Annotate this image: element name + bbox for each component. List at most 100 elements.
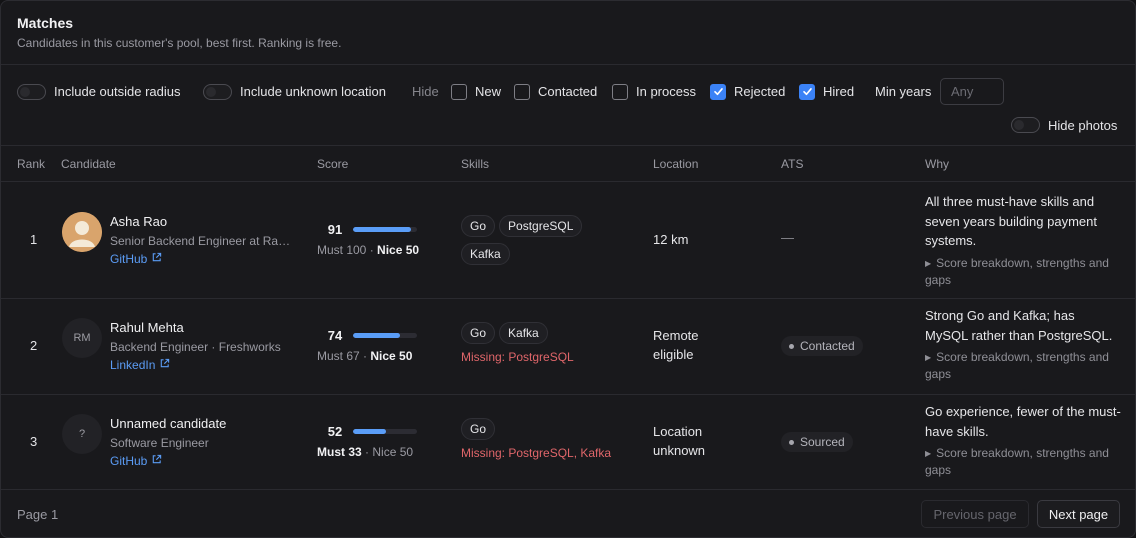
ats-status-empty: — [781,230,794,245]
rank-number: 3 [30,434,38,449]
expander-label[interactable]: Score breakdown, strengths and gaps [925,256,1109,287]
header: Matches Candidates in this customer's po… [17,15,341,50]
profile-link[interactable]: LinkedIn [110,358,294,372]
table-row[interactable]: 3? Unnamed candidate Software Engineer GitH… [1,394,1135,490]
column-header-candidate: Candidate [61,157,116,171]
candidate-title: Software Engineer [110,436,209,450]
hide-filter-in-process[interactable]: In process [612,78,696,105]
hide-filter-rejected[interactable]: Rejected [710,78,785,105]
candidate-title: Senior Backend Engineer at Razorpay [110,234,294,248]
column-header-ats: ATS [781,157,804,171]
score-cell: 91 Must 100 · Nice 50 [317,222,420,257]
toggle-label: Hide photos [1048,117,1118,133]
checkbox-checked[interactable] [799,83,815,100]
checkbox[interactable] [612,83,628,100]
external-link-icon [159,358,170,372]
toggle-switch[interactable] [1011,117,1040,133]
score-breakdown-expander[interactable]: ▶ Score breakdown, strengths and gaps [925,445,1135,478]
profile-link-label[interactable]: LinkedIn [110,358,155,372]
must-score: Must 33 [317,445,362,459]
ats-status-label: Contacted [800,339,855,353]
include-unknown-location-toggle[interactable]: Include unknown location [203,78,386,105]
score-breakdown-expander[interactable]: ▶ Score breakdown, strengths and gaps [925,255,1135,288]
table-row[interactable]: 1 Asha Rao Senior Backend Engineer at Razo… [1,182,1135,298]
candidate-name[interactable]: Asha Rao [110,214,294,229]
checkbox-label: Hired [823,84,855,99]
score-bar-fill [353,333,401,338]
skills-cell: Go Kafka Missing: PostgreSQL [461,322,601,364]
min-years-input[interactable] [940,78,1004,105]
must-score: Must 67 [317,349,360,363]
previous-page-button[interactable]: Previous page [921,500,1029,528]
nice-score: Nice 50 [370,349,413,363]
skill-chip: Kafka [461,243,510,265]
score-breakdown-expander[interactable]: ▶ Score breakdown, strengths and gaps [925,349,1135,382]
checkbox[interactable] [451,83,467,100]
hide-filter-new[interactable]: New [451,78,501,105]
hide-filter-hired[interactable]: Hired [799,78,854,105]
skill-chip: Go [461,322,496,344]
hide-filter-contacted[interactable]: Contacted [514,78,597,105]
page-indicator: Page 1 [17,507,59,522]
score-bar [353,227,417,232]
checkbox-label: Rejected [734,84,786,99]
candidate-info: Rahul Mehta Backend Engineer · Freshworks… [110,320,294,372]
candidate-name[interactable]: Unnamed candidate [110,416,294,431]
checkbox-checked[interactable] [710,83,726,100]
why-cell: Go experience, fewer of the must-have sk… [925,402,1135,478]
hide-photos-toggle[interactable]: Hide photos [1011,115,1117,135]
caret-right-icon: ▶ [925,258,932,268]
checkbox-label: Contacted [538,84,598,99]
min-years-label: Min years [875,84,932,99]
filter-bar: Include outside radius Include unknown l… [17,78,1121,105]
rank-number: 2 [30,338,38,353]
score-value: 74 [327,328,343,343]
avatar-initials: ? [78,428,86,440]
skill-chip: Kafka [499,322,548,344]
score-bar [353,429,417,434]
caret-right-icon: ▶ [925,353,932,362]
profile-link[interactable]: GitHub [110,252,294,266]
include-outside-radius-toggle[interactable]: Include outside radius [17,78,180,105]
external-link-icon [151,454,162,468]
skills-cell: Go PostgreSQL Kafka [461,215,601,265]
profile-link[interactable]: GitHub [110,454,294,468]
skill-chip: Go [461,215,496,237]
match-reason: Strong Go and Kafka; has MySQL rather th… [925,308,1113,343]
external-link-icon [151,252,162,266]
nice-score: Nice 50 [372,445,414,459]
avatar: ? [62,414,102,454]
expander-label[interactable]: Score breakdown, strengths and gaps [925,350,1109,381]
ats-status-badge: Contacted [781,336,863,356]
candidate-location: 12 km [653,232,689,247]
avatar-initials: RM [73,332,91,344]
candidate-info: Asha Rao Senior Backend Engineer at Razor… [110,214,294,266]
checkbox-label: New [475,84,502,99]
divider [1,489,1135,490]
table-header: Rank Candidate Score Skills Location ATS… [1,146,1135,182]
checkbox[interactable] [514,83,530,100]
skills-cell: Go Missing: PostgreSQL, Kafka [461,418,611,460]
candidate-name[interactable]: Rahul Mehta [110,320,294,335]
toggle-switch[interactable] [17,83,46,100]
next-page-button[interactable]: Next page [1037,500,1120,528]
nice-score: Nice 50 [377,243,420,257]
toggle-switch[interactable] [203,83,232,100]
ats-cell: Contacted [781,336,863,356]
score-value: 91 [327,222,343,237]
column-header-score: Score [317,157,349,171]
caret-right-icon: ▶ [925,449,932,458]
avatar: RM [62,318,102,358]
profile-link-label[interactable]: GitHub [110,252,147,266]
ats-status-label: Sourced [800,435,845,449]
candidate-location: Remote eligible [653,328,699,362]
profile-link-label[interactable]: GitHub [110,454,147,468]
ats-cell: — [781,230,794,245]
matches-panel: Matches Candidates in this customer's po… [0,0,1136,538]
toggle-label: Include outside radius [54,84,181,99]
column-header-rank: Rank [17,157,46,171]
score-cell: 52 Must 33 · Nice 50 [317,424,417,459]
ats-cell: Sourced [781,432,853,452]
expander-label[interactable]: Score breakdown, strengths and gaps [925,446,1109,477]
table-row[interactable]: 2 RM Rahul Mehta Backend Engineer · Freshwo… [1,298,1135,394]
